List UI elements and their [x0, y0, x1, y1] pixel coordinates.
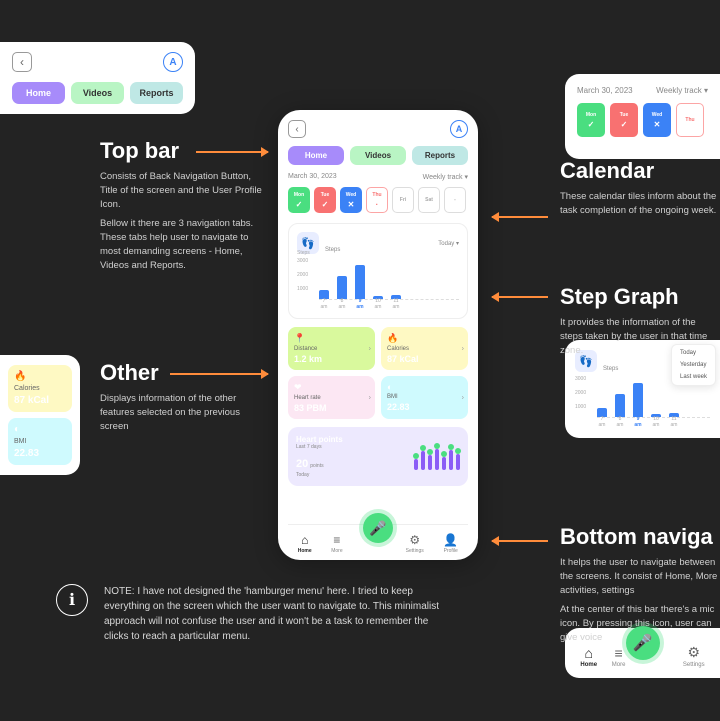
step-card: 👣 2845Steps Today ▾ 3000 2000 1000 Steps… — [288, 223, 468, 319]
period-dropdown[interactable]: Today ▾ — [438, 240, 459, 247]
menu-icon: ≡ — [615, 645, 623, 661]
bar-8am — [337, 276, 347, 299]
heart-points-card[interactable]: Heart points Last 7 days 20points Today — [288, 427, 468, 486]
tab-reports[interactable]: Reports — [130, 82, 183, 104]
annotation-bottomnav: Bottom naviga It helps the user to navig… — [560, 524, 720, 645]
day-mon[interactable]: Mon✓ — [577, 103, 605, 137]
chevron-right-icon: › — [462, 394, 464, 401]
nav-home[interactable]: ⌂Home — [580, 645, 597, 668]
check-icon: ✓ — [621, 120, 628, 129]
profile-icon: 👤 — [443, 533, 458, 547]
back-button[interactable]: ‹ — [288, 120, 306, 138]
fire-icon: 🔥 — [387, 333, 462, 344]
arrow — [492, 540, 548, 542]
metric-distance[interactable]: 📍Distance1.2 km› — [288, 327, 375, 370]
close-icon: ✕ — [654, 120, 661, 129]
bar-8am — [615, 394, 625, 417]
metric-heartrate[interactable]: ❤Heart rate83 PBM› — [288, 376, 375, 419]
home-icon: ⌂ — [584, 645, 592, 661]
tab-videos[interactable]: Videos — [71, 82, 124, 104]
bar-9am — [633, 383, 643, 417]
note-block: ℹ NOTE: I have not designed the 'hamburg… — [56, 584, 444, 644]
gear-icon: ⚙ — [409, 533, 420, 547]
heart-points-chart — [414, 444, 460, 470]
day-sun[interactable]: - — [444, 187, 466, 213]
home-icon: ⌂ — [301, 533, 308, 547]
annotation-calendar: Calendar These calendar tiles inform abo… — [560, 158, 720, 218]
day-sat[interactable]: Sat — [418, 187, 440, 213]
day-wed[interactable]: Wed✕ — [340, 187, 362, 213]
annotation-topbar: Top bar Consists of Back Navigation Butt… — [100, 138, 270, 272]
day-mon[interactable]: Mon✓ — [288, 187, 310, 213]
chevron-right-icon: › — [369, 345, 371, 352]
phone-mockup: ‹ Dashboard A Home Videos Reports March … — [278, 110, 478, 560]
tab-reports[interactable]: Reports — [412, 146, 468, 165]
day-tue[interactable]: Tue✓ — [314, 187, 336, 213]
weekly-track-dropdown[interactable]: Weekly track ▾ — [656, 86, 708, 95]
metric-calories[interactable]: 🔥Calories87 kCal› — [381, 327, 468, 370]
nav-settings[interactable]: ⚙Settings — [406, 533, 424, 554]
heart-icon: ❤ — [294, 382, 369, 393]
weekly-track-dropdown[interactable]: Weekly track ▾ — [423, 173, 468, 181]
fire-icon: 🔥 — [14, 371, 66, 382]
annotation-stepgraph: Step Graph It provides the information o… — [560, 284, 720, 357]
day-fri[interactable]: Fri — [392, 187, 414, 213]
day-tue[interactable]: Tue✓ — [610, 103, 638, 137]
day-wed[interactable]: Wed✕ — [643, 103, 671, 137]
calendar-preview-card: March 30, 2023 Weekly track ▾ Mon✓ Tue✓ W… — [565, 74, 720, 159]
date-text: March 30, 2023 — [577, 86, 633, 95]
gear-icon: ⚙ — [687, 644, 700, 661]
nav-more[interactable]: ≡More — [331, 533, 342, 554]
tab-videos[interactable]: Videos — [350, 146, 406, 165]
check-icon: ✓ — [322, 200, 329, 209]
arrow — [492, 216, 548, 218]
check-icon: ✓ — [588, 120, 595, 129]
nav-home[interactable]: ⌂Home — [298, 533, 312, 554]
gauge-icon: ◐ — [387, 382, 462, 392]
topbar-preview-card: ‹ Dashboard A Home Videos Reports — [0, 42, 195, 114]
metric-bmi[interactable]: ◐BMI22.83› — [381, 376, 468, 419]
avatar[interactable]: A — [163, 52, 183, 72]
annotation-other: Other Displays information of the other … — [100, 360, 270, 433]
gauge-icon: ◐ — [14, 424, 66, 435]
tab-home[interactable]: Home — [288, 146, 344, 165]
avatar[interactable]: A — [450, 120, 468, 138]
chevron-right-icon: › — [369, 394, 371, 401]
check-icon: ✓ — [296, 200, 303, 209]
back-button[interactable]: ‹ — [12, 52, 32, 72]
menu-icon: ≡ — [333, 533, 340, 547]
arrow — [196, 151, 268, 153]
date-text: March 30, 2023 — [288, 173, 337, 181]
other-preview-card: 🔥Calories87 kCal ◐BMI22.83 — [0, 355, 80, 475]
day-thu[interactable]: Thu — [676, 103, 704, 137]
tab-home[interactable]: Home — [12, 82, 65, 104]
mic-button[interactable]: 🎤 — [363, 513, 393, 543]
page-title: Dashboard — [61, 54, 134, 70]
close-icon: ✕ — [348, 200, 355, 209]
day-thu[interactable]: Thu· — [366, 187, 388, 213]
nav-settings[interactable]: ⚙Settings — [683, 644, 705, 668]
info-icon: ℹ — [56, 584, 88, 616]
nav-profile[interactable]: 👤Profile — [443, 533, 458, 554]
chevron-right-icon: › — [462, 345, 464, 352]
location-icon: 📍 — [294, 333, 369, 344]
page-title: Dashboard — [347, 122, 410, 136]
arrow — [492, 296, 548, 298]
bar-9am — [355, 265, 365, 299]
arrow — [170, 373, 268, 375]
nav-more[interactable]: ≡More — [612, 645, 626, 668]
